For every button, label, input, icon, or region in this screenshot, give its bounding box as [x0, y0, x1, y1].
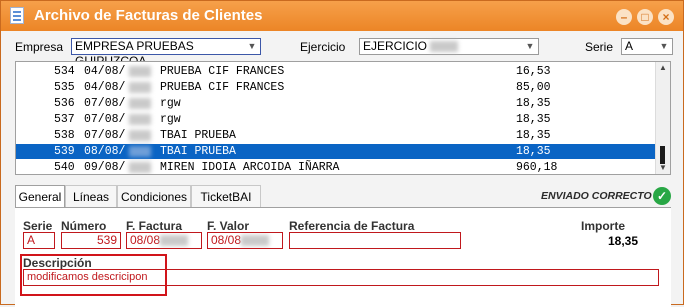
referencia-field[interactable]: [289, 232, 461, 249]
invoice-number: 537: [54, 113, 75, 126]
tab-lineas[interactable]: Líneas: [65, 185, 117, 207]
client-name: TBAI PRUEBA: [160, 145, 236, 158]
close-icon[interactable]: ×: [658, 9, 674, 25]
invoice-amount: 18,35: [516, 113, 551, 126]
client-name: PRUEBA CIF FRANCES: [160, 65, 285, 78]
scroll-up-icon[interactable]: ▲: [656, 63, 670, 73]
invoice-date: 08/08/: [84, 145, 126, 158]
list-item[interactable]: 540 09/08/ MIREN IDOIA ARCOIDA IÑARRA 96…: [16, 160, 656, 174]
list-item[interactable]: 537 07/08/ rgw 18,35: [16, 112, 656, 127]
empresa-label: Empresa: [15, 40, 64, 54]
redacted-text: [430, 41, 459, 53]
importe-label: Importe: [581, 219, 626, 233]
serie-select[interactable]: A ▼: [621, 38, 673, 55]
chevron-down-icon: ▼: [525, 41, 535, 51]
fecha-factura-label: F. Factura: [126, 219, 183, 233]
invoice-amount: 960,18: [516, 161, 558, 174]
invoice-number: 536: [54, 97, 75, 110]
invoice-number: 540: [54, 161, 75, 174]
redacted-text: [129, 82, 151, 93]
maximize-icon[interactable]: □: [637, 9, 653, 25]
invoice-date: 07/08/: [84, 97, 126, 110]
serie-value: A: [625, 39, 634, 53]
scroll-down-icon[interactable]: ▼: [656, 163, 670, 173]
fecha-valor-label: F. Valor: [207, 219, 250, 233]
empresa-select[interactable]: EMPRESA PRUEBAS GUIPUZCOA ▼: [71, 38, 261, 68]
fecha-valor-value: 08/08: [211, 233, 242, 247]
fecha-factura-field[interactable]: 08/08: [126, 232, 202, 249]
importe-value: 18,35: [608, 234, 639, 248]
invoice-date: 07/08/: [84, 113, 126, 126]
fecha-factura-value: 08/08: [130, 233, 161, 247]
window-title: Archivo de Facturas de Clientes: [34, 7, 263, 24]
invoice-amount: 16,53: [516, 65, 551, 78]
serie-field-label: Serie: [23, 219, 53, 233]
tab-ticketbai[interactable]: TicketBAI: [191, 185, 261, 207]
invoice-number: 534: [54, 65, 75, 78]
invoice-amount: 18,35: [516, 129, 551, 142]
redacted-text: [160, 235, 189, 247]
ejercicio-label: Ejercicio: [300, 40, 346, 54]
scrollbar-thumb[interactable]: [660, 146, 665, 164]
list-item[interactable]: 538 07/08/ TBAI PRUEBA 18,35: [16, 128, 656, 143]
tab-general[interactable]: General: [15, 185, 65, 208]
chevron-down-icon: ▼: [247, 41, 257, 51]
redacted-text: [129, 130, 151, 141]
minimize-icon[interactable]: –: [616, 9, 632, 25]
client-name: MIREN IDOIA ARCOIDA IÑARRA: [160, 161, 340, 174]
list-item[interactable]: 534 04/08/ PRUEBA CIF FRANCES 16,53: [16, 64, 656, 79]
numero-field[interactable]: 539: [61, 232, 121, 249]
redacted-text: [129, 98, 151, 109]
list-item[interactable]: 536 07/08/ rgw 18,35: [16, 96, 656, 111]
redacted-text: [129, 66, 151, 77]
invoice-number: 535: [54, 81, 75, 94]
numero-label: Número: [61, 219, 107, 233]
client-name: rgw: [160, 113, 181, 126]
tab-condiciones[interactable]: Condiciones: [117, 185, 191, 207]
title-bar: Archivo de Facturas de Clientes – □ ×: [1, 1, 683, 31]
invoice-archive-window: Archivo de Facturas de Clientes – □ × Em…: [0, 0, 684, 307]
invoice-number: 539: [54, 145, 75, 158]
status-text: ENVIADO CORRECTO: [541, 190, 652, 202]
client-name: TBAI PRUEBA: [160, 129, 236, 142]
list-item-selected[interactable]: 539 08/08/ TBAI PRUEBA 18,35: [16, 144, 656, 159]
serie-label: Serie: [585, 40, 614, 54]
redacted-text: [241, 235, 270, 247]
list-item[interactable]: 535 04/08/ PRUEBA CIF FRANCES 85,00: [16, 80, 656, 95]
invoice-date: 04/08/: [84, 81, 126, 94]
client-name: rgw: [160, 97, 181, 110]
redacted-text: [129, 146, 151, 157]
chevron-down-icon: ▼: [659, 41, 669, 51]
invoice-date: 04/08/: [84, 65, 126, 78]
referencia-label: Referencia de Factura: [289, 219, 415, 233]
highlight-box: [20, 254, 167, 296]
invoice-amount: 18,35: [516, 145, 551, 158]
ejercicio-value: EJERCICIO: [363, 39, 428, 53]
redacted-text: [129, 114, 151, 125]
ejercicio-select[interactable]: EJERCICIO ▼: [359, 38, 539, 55]
invoice-amount: 18,35: [516, 97, 551, 110]
document-icon: [10, 7, 24, 24]
redacted-text: [129, 162, 151, 173]
serie-field[interactable]: A: [23, 232, 55, 249]
vertical-scrollbar[interactable]: ▲ ▼: [655, 62, 670, 174]
invoice-list[interactable]: 534 04/08/ PRUEBA CIF FRANCES 16,53 535 …: [15, 61, 671, 175]
invoice-amount: 85,00: [516, 81, 551, 94]
fecha-valor-field[interactable]: 08/08: [207, 232, 283, 249]
check-circle-icon: ✓: [653, 187, 671, 205]
invoice-date: 09/08/: [84, 161, 126, 174]
invoice-date: 07/08/: [84, 129, 126, 142]
client-name: PRUEBA CIF FRANCES: [160, 81, 285, 94]
invoice-number: 538: [54, 129, 75, 142]
